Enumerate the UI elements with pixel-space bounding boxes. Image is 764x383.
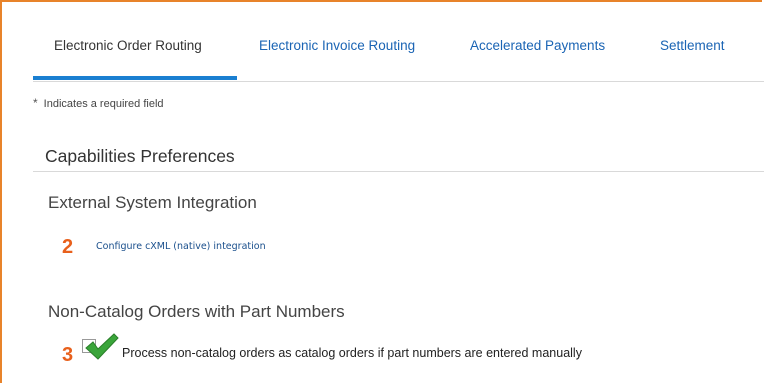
required-field-note: * Indicates a required field xyxy=(33,96,164,110)
external-system-integration-heading: External System Integration xyxy=(48,193,257,212)
tab-accelerated-payments[interactable]: Accelerated Payments xyxy=(470,38,605,53)
tab-electronic-order-routing[interactable]: Electronic Order Routing xyxy=(54,38,202,53)
section-divider xyxy=(33,171,764,172)
green-checkmark-icon xyxy=(85,333,119,360)
section-title: Capabilities Preferences xyxy=(45,146,235,166)
tab-bar: Electronic Order Routing Electronic Invo… xyxy=(33,22,764,82)
configure-cxml-link[interactable]: Configure cXML (native) integration xyxy=(96,241,266,252)
required-asterisk: * xyxy=(33,96,38,110)
tab-bar-divider xyxy=(33,81,764,82)
step-number-2: 2 xyxy=(62,236,74,258)
tab-settlement[interactable]: Settlement xyxy=(660,38,725,53)
tab-electronic-invoice-routing[interactable]: Electronic Invoice Routing xyxy=(259,38,415,53)
active-tab-indicator xyxy=(33,76,237,80)
non-catalog-orders-heading: Non-Catalog Orders with Part Numbers xyxy=(48,302,345,321)
step-number-3: 3 xyxy=(62,344,74,366)
process-noncatalog-label: Process non-catalog orders as catalog or… xyxy=(122,346,582,360)
required-note-text: Indicates a required field xyxy=(43,98,164,110)
